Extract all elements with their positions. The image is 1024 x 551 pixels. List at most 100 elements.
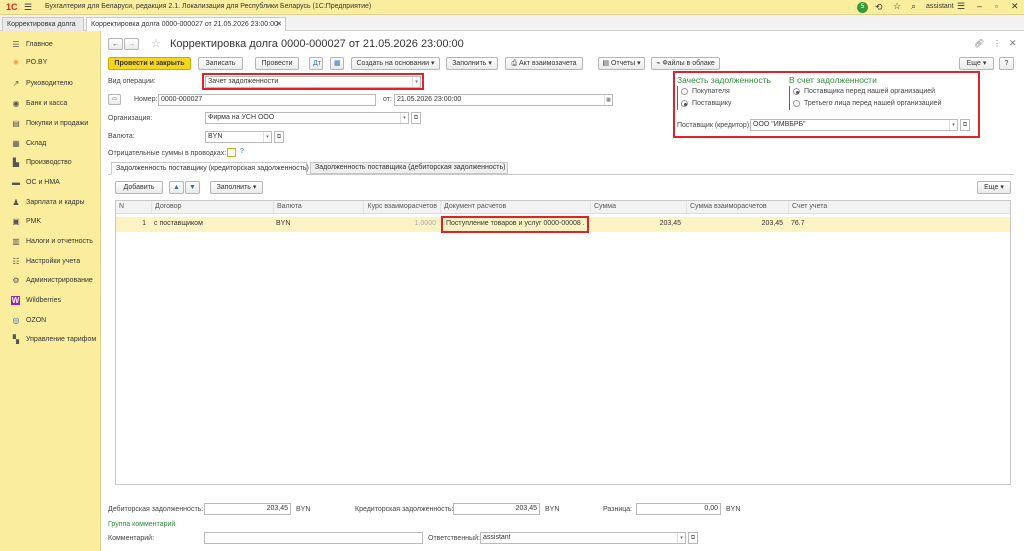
- negative-sums-checkbox[interactable]: [227, 148, 236, 157]
- chevron-down-icon[interactable]: ▾: [677, 533, 685, 543]
- highlight-operation-type: [202, 73, 424, 90]
- search-icon[interactable]: ⌕: [911, 1, 916, 12]
- sidebar-item-taxes[interactable]: ▥ Налоги и отчетность: [0, 232, 101, 250]
- tab-label: Задолженность поставщика (дебиторская за…: [315, 164, 506, 171]
- responsible-field[interactable]: assistant ▾: [480, 532, 686, 544]
- user-name[interactable]: assistant: [926, 3, 954, 10]
- post-button[interactable]: Провести: [255, 57, 299, 70]
- help-button[interactable]: ?: [999, 57, 1014, 70]
- radio-supplier-to-org[interactable]: [793, 88, 800, 95]
- more-button[interactable]: Еще ▾: [959, 57, 994, 70]
- minimize-icon[interactable]: –: [977, 1, 982, 11]
- sidebar-item-pmk[interactable]: ▣ PMK: [0, 212, 101, 230]
- tab-creditor-debt[interactable]: Задолженность поставщику (кредиторская з…: [111, 162, 309, 175]
- sidebar-item-accounting-settings[interactable]: ☷ Настройки учета: [0, 252, 101, 270]
- notification-bell-icon[interactable]: 5: [857, 2, 868, 13]
- sidebar-item-ozon[interactable]: ◎ OZON: [0, 311, 101, 329]
- link-icon[interactable]: 🔗︎: [974, 39, 984, 48]
- sidebar-item-admin[interactable]: ⚙ Администрирование: [0, 271, 101, 289]
- maximize-icon[interactable]: ▫: [995, 2, 998, 11]
- main-menu-icon[interactable]: ☰: [24, 2, 32, 13]
- button-label: Отчеты: [610, 60, 636, 67]
- close-window-icon[interactable]: ✕: [1011, 1, 1019, 12]
- title-bar: 1С ☰ Бухгалтерия для Беларуси, редакция …: [0, 0, 1024, 15]
- date-field[interactable]: 21.05.2026 23:00:00 ▦: [394, 94, 613, 106]
- reports-button[interactable]: ▤ Отчеты ▾: [598, 57, 645, 70]
- comments-group-toggle[interactable]: Группа комментарий: [108, 521, 175, 528]
- close-form-icon[interactable]: ✕: [1009, 38, 1017, 49]
- cloud-files-button[interactable]: ⌁ Файлы в облаке: [651, 57, 720, 70]
- sidebar-item-manager[interactable]: ↗ Руководителю: [0, 74, 101, 92]
- back-button[interactable]: ←: [108, 38, 123, 50]
- sidebar-item-poby[interactable]: ✳ PO.BY: [0, 53, 101, 71]
- favorite-star-icon[interactable]: ☆: [151, 37, 161, 50]
- comment-input[interactable]: [204, 532, 423, 544]
- chevron-down-icon[interactable]: ▾: [263, 132, 271, 142]
- highlight-document-cell: [441, 216, 589, 233]
- number-edit-icon[interactable]: ▭: [108, 94, 121, 105]
- save-button[interactable]: Записать: [198, 57, 243, 70]
- sidebar-item-production[interactable]: ▙ Производство: [0, 153, 101, 171]
- fill-button[interactable]: Заполнить ▾: [446, 57, 498, 70]
- chevron-down-icon[interactable]: ▾: [400, 113, 408, 123]
- sidebar-item-label: Склад: [26, 139, 47, 147]
- move-down-icon[interactable]: ▼: [185, 181, 200, 194]
- sidebar-item-warehouse[interactable]: ▦ Склад: [0, 134, 101, 152]
- open-organization-icon[interactable]: ⧉: [411, 112, 421, 124]
- sidebar-item-main[interactable]: ☰ Главное: [0, 35, 101, 53]
- cell-sum[interactable]: 203,45: [590, 217, 681, 231]
- move-up-icon[interactable]: ▲: [169, 181, 184, 194]
- create-based-on-button[interactable]: Создать на основании ▾: [351, 57, 440, 70]
- tab-debtor-debt[interactable]: Задолженность поставщика (дебиторская за…: [310, 162, 508, 174]
- chevron-down-icon[interactable]: ▾: [949, 120, 957, 130]
- col-header-n[interactable]: N: [116, 201, 124, 213]
- col-header-account[interactable]: Счет учета: [788, 201, 1010, 213]
- open-currency-icon[interactable]: ⧉: [274, 131, 284, 143]
- sidebar-item-purchases[interactable]: ▤ Покупки и продажи: [0, 114, 101, 132]
- cell-rate[interactable]: 1,0000: [366, 217, 436, 231]
- cell-account[interactable]: 76.7: [791, 217, 851, 231]
- add-row-button[interactable]: Добавить: [115, 181, 163, 194]
- col-header-doc[interactable]: Документ расчетов: [440, 201, 590, 213]
- history-icon[interactable]: ⟲: [875, 2, 883, 13]
- sidebar-item-tariff[interactable]: ▚ Управление тарифом: [0, 330, 101, 348]
- col-header-rate[interactable]: Курс взаиморасчетов: [363, 201, 440, 213]
- sidebar-item-assets[interactable]: ▬ ОС и НМА: [0, 173, 101, 191]
- close-tab-icon[interactable]: ✕: [276, 18, 282, 31]
- tab-debt-adjustment-list[interactable]: Корректировка долга: [2, 17, 84, 31]
- cell-settlement-sum[interactable]: 203,45: [686, 217, 783, 231]
- open-supplier-icon[interactable]: ⧉: [960, 119, 970, 131]
- offset-act-button[interactable]: ⎙ Акт взаимозачета: [505, 57, 583, 70]
- settings-menu-icon[interactable]: ☰: [957, 1, 965, 12]
- radio-supplier[interactable]: [681, 100, 688, 107]
- cell-contract[interactable]: с поставщиком: [154, 217, 272, 231]
- open-responsible-icon[interactable]: ⧉: [688, 532, 698, 544]
- organization-field[interactable]: Фирма на УСН ООО ▾: [205, 112, 409, 124]
- favorites-star-icon[interactable]: ☆: [893, 1, 901, 12]
- currency-field[interactable]: BYN ▾: [205, 131, 272, 143]
- more-vertical-icon[interactable]: ⋮: [993, 39, 1001, 48]
- ozon-icon: ◎: [12, 315, 20, 325]
- sidebar-item-bank[interactable]: ◉ Банк и касса: [0, 94, 101, 112]
- structure-icon[interactable]: ▦: [330, 57, 344, 70]
- posting-report-icon[interactable]: Дт: [309, 57, 323, 70]
- table-more-button[interactable]: Еще ▾: [977, 181, 1011, 194]
- col-header-settlement-sum[interactable]: Сумма взаиморасчетов: [686, 201, 788, 213]
- field-value: 21.05.2026 23:00:00: [397, 96, 462, 103]
- post-and-close-button[interactable]: Провести и закрыть: [108, 57, 191, 70]
- calendar-icon[interactable]: ▦: [604, 95, 612, 105]
- forward-button[interactable]: →: [124, 38, 139, 50]
- supplier-field[interactable]: ООО "ИМВБРБ" ▾: [750, 119, 958, 131]
- cell-currency[interactable]: BYN: [276, 217, 362, 231]
- col-header-currency[interactable]: Валюта: [273, 201, 363, 213]
- help-link[interactable]: ?: [240, 148, 244, 155]
- sidebar-item-wildberries[interactable]: W Wildberries: [0, 291, 101, 309]
- radio-customer[interactable]: [681, 88, 688, 95]
- col-header-sum[interactable]: Сумма: [590, 201, 686, 213]
- sidebar-item-salary[interactable]: ♟ Зарплата и кадры: [0, 193, 101, 211]
- radio-third-party[interactable]: [793, 100, 800, 107]
- number-field[interactable]: 0000-000027: [158, 94, 376, 106]
- tab-debt-adjustment-doc[interactable]: Корректировка долга 0000-000027 от 21.05…: [86, 17, 286, 31]
- table-fill-button[interactable]: Заполнить ▾: [210, 181, 263, 194]
- col-header-contract[interactable]: Договор: [151, 201, 273, 213]
